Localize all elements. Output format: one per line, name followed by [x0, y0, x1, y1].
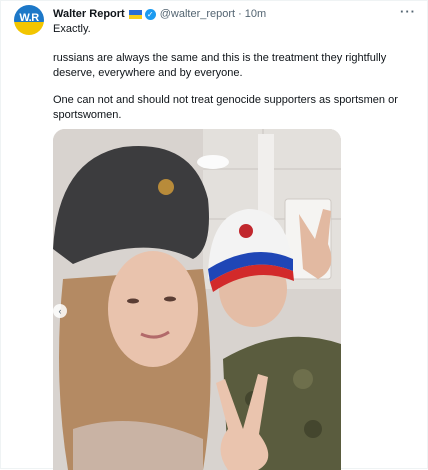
tweet-text-paragraph-2: russians are always the same and this is…	[53, 52, 387, 79]
tweet-text-line-1: Exactly.	[53, 23, 91, 35]
display-name[interactable]: Walter Report	[53, 8, 125, 20]
woman-face	[108, 251, 198, 367]
user-handle[interactable]: @walter_report	[160, 8, 235, 20]
separator-dot: ·	[238, 8, 242, 20]
hat-badge	[158, 179, 174, 195]
avatar[interactable]: W.R	[14, 5, 44, 35]
verified-badge-icon: ✓	[144, 8, 156, 20]
tweet-text-paragraph-3: One can not and should not treat genocid…	[53, 94, 398, 121]
flag-yellow	[128, 14, 142, 19]
more-options-icon[interactable]: ···	[400, 4, 416, 19]
tweet-photo[interactable]	[53, 129, 341, 470]
timestamp[interactable]: 10m	[245, 8, 266, 20]
photo-illustration	[53, 129, 341, 470]
chevron-left-icon[interactable]: ‹	[53, 304, 67, 318]
ukraine-flag-icon	[128, 9, 142, 19]
tweet-card[interactable]: W.R Walter Report ✓ @walter_report · 10m…	[0, 0, 428, 470]
tweet-header: Walter Report ✓ @walter_report · 10m	[53, 6, 266, 22]
avatar-monogram: W.R	[19, 12, 39, 24]
